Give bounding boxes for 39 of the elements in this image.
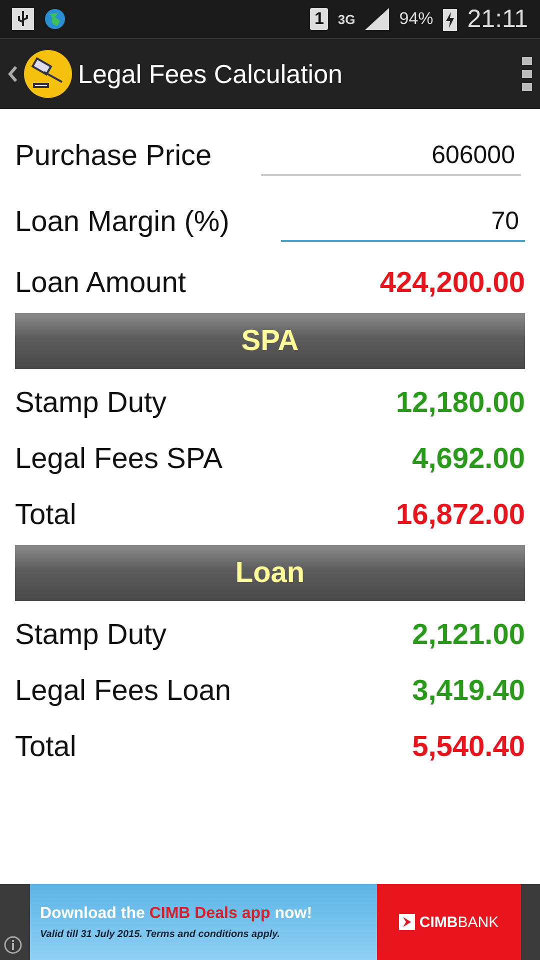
- battery-percent: 94%: [399, 9, 434, 29]
- usb-icon: [12, 8, 34, 30]
- ad-fine-print: Valid till 31 July 2015. Terms and conditions apply.: [40, 928, 282, 940]
- signal-icon: [365, 8, 390, 30]
- result-value: 424,200.00: [380, 266, 525, 300]
- input-field[interactable]: 70: [281, 202, 525, 242]
- result-label: Total: [15, 498, 76, 532]
- result-value: 2,121.00: [412, 618, 525, 652]
- field-label: Loan Margin (%): [15, 206, 230, 238]
- gavel-icon: [24, 50, 72, 98]
- clock: 21:11: [467, 4, 528, 34]
- result-label: Stamp Duty: [15, 386, 166, 420]
- overflow-menu-icon[interactable]: [522, 57, 532, 91]
- result-value: 4,692.00: [412, 442, 525, 476]
- brand-name: CIMBBANK: [419, 914, 499, 930]
- result-label: Legal Fees SPA: [15, 442, 222, 476]
- result-value: 3,419.40: [412, 674, 525, 708]
- back-icon[interactable]: [8, 65, 18, 83]
- result-value: 5,540.40: [412, 730, 525, 764]
- result-label: Stamp Duty: [15, 618, 166, 652]
- bank-logo[interactable]: CIMBBANK: [377, 884, 521, 960]
- info-icon[interactable]: [4, 936, 22, 954]
- globe-icon: [44, 8, 66, 30]
- network-type: 3G: [338, 12, 356, 26]
- logo-mark-icon: [399, 914, 416, 930]
- app-title: Legal Fees Calculation: [78, 58, 344, 90]
- result-value: 12,180.00: [396, 386, 525, 420]
- field-label: Purchase Price: [15, 140, 212, 172]
- result-label: Loan Amount: [15, 266, 186, 300]
- input-field[interactable]: 606000: [261, 136, 521, 176]
- sim-indicator: 1: [310, 8, 328, 30]
- battery-charging-icon: [443, 7, 458, 31]
- section-header: SPA: [15, 313, 525, 369]
- ad-banner[interactable]: Download the CIMB Deals app now! Valid till 31 July 2015. Terms and conditions apply.: [30, 884, 377, 960]
- section-header: Loan: [15, 545, 525, 601]
- result-label: Total: [15, 730, 76, 764]
- ad-headline: Download the CIMB Deals app now!: [40, 904, 314, 922]
- result-label: Legal Fees Loan: [15, 674, 232, 708]
- result-value: 16,872.00: [396, 498, 525, 532]
